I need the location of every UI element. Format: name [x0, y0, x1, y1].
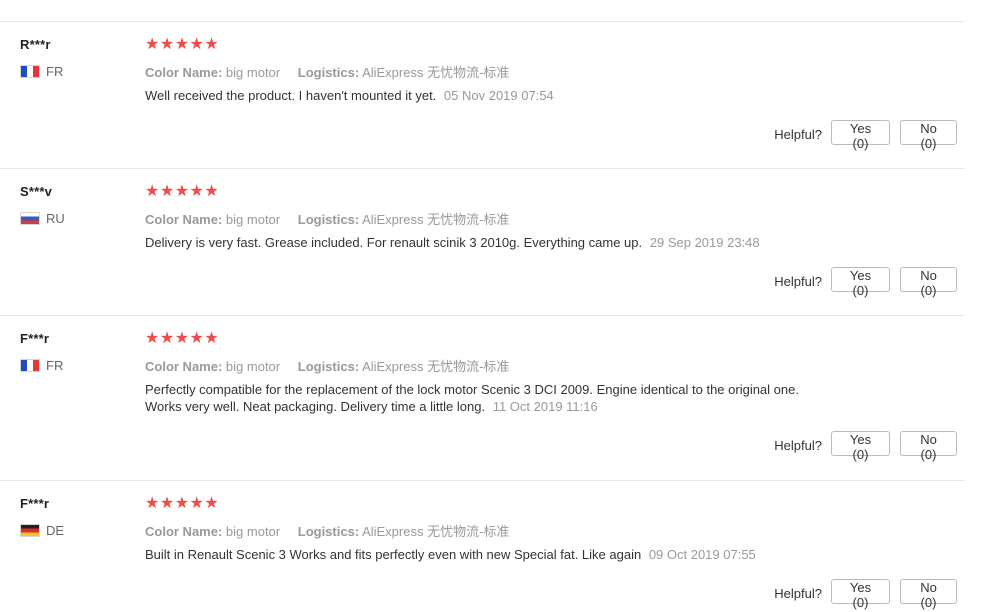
- review-date: 11 Oct 2019 11:16: [492, 399, 598, 414]
- reviewer-country: FR: [20, 358, 63, 373]
- helpful-vote: Helpful? Yes (0) No (0): [774, 120, 957, 151]
- review-text: Well received the product. I haven't mou…: [145, 88, 437, 103]
- country-code: FR: [46, 64, 64, 79]
- color-name-label: Color Name:: [145, 524, 223, 539]
- review-content: Delivery is very fast. Grease included. …: [145, 234, 925, 251]
- reviewer-name: F***r: [20, 496, 50, 511]
- helpful-label: Helpful?: [774, 274, 822, 289]
- logistics-label: Logistics:: [297, 212, 360, 227]
- review-text-line: Perfectly compatible for the replacement…: [145, 382, 799, 397]
- logistics-value: AliExpress 无忧物流-标准: [362, 359, 510, 374]
- helpful-label: Helpful?: [774, 127, 822, 142]
- star-rating: ★★★★★: [145, 495, 220, 512]
- helpful-yes-button[interactable]: Yes (0): [831, 267, 890, 298]
- review-attributes: Color Name: big motor Logistics: AliExpr…: [145, 521, 509, 540]
- reviewer-country: FR: [20, 64, 63, 79]
- flag-fr-icon: [20, 65, 40, 78]
- logistics-label: Logistics:: [297, 65, 360, 80]
- flag-de-icon: [20, 524, 40, 537]
- review-content: Perfectly compatible for the replacement…: [145, 381, 925, 415]
- star-rating: ★★★★★: [145, 36, 220, 53]
- review-attributes: Color Name: big motor Logistics: AliExpr…: [145, 356, 509, 375]
- helpful-no-button[interactable]: No (0): [900, 267, 957, 298]
- review-text: Delivery is very fast. Grease included. …: [145, 235, 643, 250]
- helpful-vote: Helpful? Yes (0) No (0): [774, 579, 957, 610]
- review-attributes: Color Name: big motor Logistics: AliExpr…: [145, 62, 509, 81]
- reviewer-name: S***v: [20, 184, 53, 199]
- color-name-label: Color Name:: [145, 65, 223, 80]
- country-code: RU: [46, 211, 65, 226]
- color-name-label: Color Name:: [145, 212, 223, 227]
- review-list: R***r FR ★★★★★ Color Name: big motor Log…: [0, 0, 988, 612]
- helpful-yes-button[interactable]: Yes (0): [831, 431, 890, 462]
- helpful-yes-button[interactable]: Yes (0): [831, 120, 890, 151]
- logistics-value: AliExpress 无忧物流-标准: [362, 212, 510, 227]
- review-date: 29 Sep 2019 23:48: [649, 235, 760, 250]
- review-text: Built in Renault Scenic 3 Works and fits…: [145, 547, 642, 562]
- reviewer-country: RU: [20, 211, 65, 226]
- logistics-value: AliExpress 无忧物流-标准: [362, 65, 510, 80]
- helpful-no-button[interactable]: No (0): [900, 120, 957, 151]
- review-attributes: Color Name: big motor Logistics: AliExpr…: [145, 209, 509, 228]
- country-code: FR: [46, 358, 64, 373]
- review-text-line: Works very well. Neat packaging. Deliver…: [145, 399, 486, 414]
- review-date: 09 Oct 2019 07:55: [648, 547, 756, 562]
- color-name-value: big motor: [225, 524, 281, 539]
- logistics-label: Logistics:: [297, 524, 360, 539]
- helpful-yes-button[interactable]: Yes (0): [831, 579, 890, 610]
- review-date: 05 Nov 2019 07:54: [443, 88, 554, 103]
- flag-ru-icon: [20, 212, 40, 225]
- reviewer-name: R***r: [20, 37, 51, 52]
- helpful-vote: Helpful? Yes (0) No (0): [774, 431, 957, 462]
- review-item: F***r FR ★★★★★ Color Name: big motor Log…: [0, 315, 965, 481]
- logistics-value: AliExpress 无忧物流-标准: [362, 524, 510, 539]
- helpful-no-button[interactable]: No (0): [900, 579, 957, 610]
- logistics-label: Logistics:: [297, 359, 360, 374]
- review-item: S***v RU ★★★★★ Color Name: big motor Log…: [0, 168, 965, 316]
- color-name-value: big motor: [225, 65, 281, 80]
- reviewer-country: DE: [20, 523, 64, 538]
- flag-fr-icon: [20, 359, 40, 372]
- review-content: Well received the product. I haven't mou…: [145, 87, 925, 104]
- helpful-vote: Helpful? Yes (0) No (0): [774, 267, 957, 298]
- helpful-label: Helpful?: [774, 586, 822, 601]
- review-content: Built in Renault Scenic 3 Works and fits…: [145, 546, 925, 563]
- reviewer-name: F***r: [20, 331, 50, 346]
- helpful-no-button[interactable]: No (0): [900, 431, 957, 462]
- star-rating: ★★★★★: [145, 183, 220, 200]
- review-item: F***r DE ★★★★★ Color Name: big motor Log…: [0, 480, 965, 612]
- star-rating: ★★★★★: [145, 330, 220, 347]
- color-name-value: big motor: [225, 359, 281, 374]
- review-item: R***r FR ★★★★★ Color Name: big motor Log…: [0, 21, 965, 169]
- color-name-label: Color Name:: [145, 359, 223, 374]
- country-code: DE: [46, 523, 65, 538]
- helpful-label: Helpful?: [774, 438, 822, 453]
- color-name-value: big motor: [225, 212, 281, 227]
